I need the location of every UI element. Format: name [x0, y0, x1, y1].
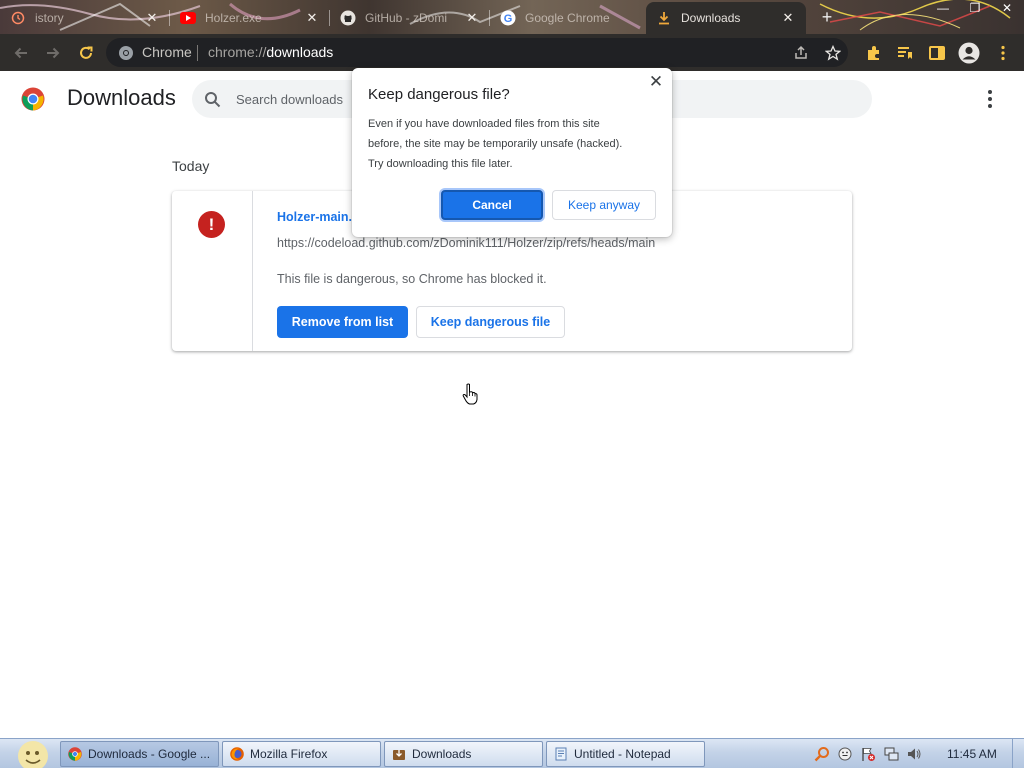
download-icon [656, 10, 672, 26]
tab-history[interactable]: istory ✕ [0, 2, 170, 34]
firefox-icon [230, 747, 244, 761]
url-scheme: chrome:// [208, 44, 267, 60]
tab-title: Downloads [681, 11, 741, 25]
keep-dangerous-file-button[interactable]: Keep dangerous file [416, 306, 565, 338]
close-tab-icon[interactable]: ✕ [144, 10, 160, 26]
network-icon[interactable] [883, 746, 899, 762]
more-actions-icon[interactable] [980, 89, 1000, 109]
minimize-icon[interactable]: — [934, 0, 952, 16]
svg-text:G: G [504, 13, 513, 25]
browser-toolbar: Chrome chrome://downloads [0, 34, 1024, 71]
address-separator [197, 45, 198, 61]
address-bar[interactable]: Chrome chrome://downloads [106, 38, 848, 67]
taskbar-item-chrome[interactable]: Downloads - Google ... [60, 741, 219, 767]
volume-icon[interactable] [906, 746, 922, 762]
history-icon [10, 10, 26, 26]
taskbar-item-label: Mozilla Firefox [250, 747, 328, 761]
chrome-menu-icon[interactable] [992, 42, 1014, 64]
site-chip: Chrome [142, 44, 192, 60]
page-title: Downloads [67, 85, 176, 110]
window-controls: — ❐ ✕ [934, 0, 1016, 16]
flag-warning-icon[interactable] [860, 746, 876, 762]
youtube-icon [180, 10, 196, 26]
file-name-link[interactable]: Holzer-main. [277, 210, 352, 224]
google-icon: G [500, 10, 516, 26]
tab-title: istory [35, 11, 64, 25]
file-source-url: https://codeload.github.com/zDominik111/… [277, 236, 656, 250]
close-tab-icon[interactable]: ✕ [464, 10, 480, 26]
screen: { "browser": { "tabs": [ {"title": "isto… [0, 0, 1024, 768]
folder-downloads-icon [392, 747, 406, 761]
tab-title: Holzer.exe [205, 11, 262, 25]
windows-taskbar: Downloads - Google ... Mozilla Firefox D… [0, 738, 1024, 768]
taskbar-item-label: Downloads [412, 747, 472, 761]
show-desktop-button[interactable] [1012, 739, 1024, 768]
danger-description: This file is dangerous, so Chrome has bl… [277, 272, 547, 286]
share-icon[interactable] [792, 44, 810, 62]
search-tray-icon[interactable] [814, 746, 830, 762]
close-icon[interactable]: ✕ [647, 73, 665, 91]
bookmark-star-icon[interactable] [824, 44, 842, 62]
new-tab-button[interactable]: + [816, 6, 838, 28]
close-tab-icon[interactable]: ✕ [304, 10, 320, 26]
taskbar-item-label: Untitled - Notepad [574, 747, 671, 761]
date-header: Today [172, 158, 210, 174]
tab-github[interactable]: GitHub - zDomi ✕ [330, 2, 490, 34]
dialog-message-line: before, the site may be temporarily unsa… [368, 138, 623, 150]
remove-from-list-button[interactable]: Remove from list [277, 306, 408, 338]
taskbar-item-notepad[interactable]: Untitled - Notepad [546, 741, 705, 767]
dialog-message: Even if you have downloaded files from t… [368, 114, 658, 174]
tab-downloads[interactable]: Downloads ✕ [646, 2, 806, 34]
danger-warning-icon: ! [198, 211, 225, 238]
emoji-tray-icon[interactable] [837, 746, 853, 762]
taskbar-item-downloads-folder[interactable]: Downloads [384, 741, 543, 767]
system-tray [814, 742, 922, 766]
maximize-icon[interactable]: ❐ [966, 0, 984, 16]
dialog-message-line: Try downloading this file later. [368, 158, 513, 170]
profile-icon[interactable] [958, 42, 980, 64]
keep-anyway-button[interactable]: Keep anyway [552, 190, 656, 220]
chrome-logo-icon [21, 87, 45, 111]
taskbar-item-label: Downloads - Google ... [88, 747, 211, 761]
back-icon[interactable] [10, 42, 32, 64]
taskbar-item-firefox[interactable]: Mozilla Firefox [222, 741, 381, 767]
search-icon [205, 92, 221, 108]
cancel-button[interactable]: Cancel [441, 190, 543, 220]
reading-list-icon[interactable] [894, 42, 916, 64]
chrome-icon [68, 747, 82, 761]
tab-strip: istory ✕ Holzer.exe ✕ GitHub - zDomi ✕ G… [0, 0, 1024, 34]
url-text: chrome://downloads [208, 44, 333, 60]
notepad-icon [554, 747, 568, 761]
tab-google-chrome[interactable]: G Google Chrome [490, 2, 646, 34]
keep-dangerous-file-dialog: Keep dangerous file? ✕ Even if you have … [352, 68, 672, 237]
tab-title: Google Chrome [525, 11, 610, 25]
side-panel-icon[interactable] [926, 42, 948, 64]
reload-icon[interactable] [75, 42, 97, 64]
url-path: downloads [266, 44, 334, 60]
chrome-site-icon [119, 46, 133, 60]
dialog-title: Keep dangerous file? [368, 86, 510, 103]
extensions-icon[interactable] [863, 42, 885, 64]
tab-title: GitHub - zDomi [365, 11, 448, 25]
github-icon [340, 10, 356, 26]
hand-pointer-cursor-icon [462, 383, 478, 405]
start-button-icon[interactable] [6, 739, 48, 768]
close-tab-icon[interactable]: ✕ [780, 10, 796, 26]
forward-icon[interactable] [42, 42, 64, 64]
download-icon-column: ! [172, 191, 253, 351]
taskbar-clock[interactable]: 11:45 AM [947, 747, 997, 761]
dialog-message-line: Even if you have downloaded files from t… [368, 118, 600, 130]
tab-holzer-exe[interactable]: Holzer.exe ✕ [170, 2, 330, 34]
close-window-icon[interactable]: ✕ [998, 0, 1016, 16]
